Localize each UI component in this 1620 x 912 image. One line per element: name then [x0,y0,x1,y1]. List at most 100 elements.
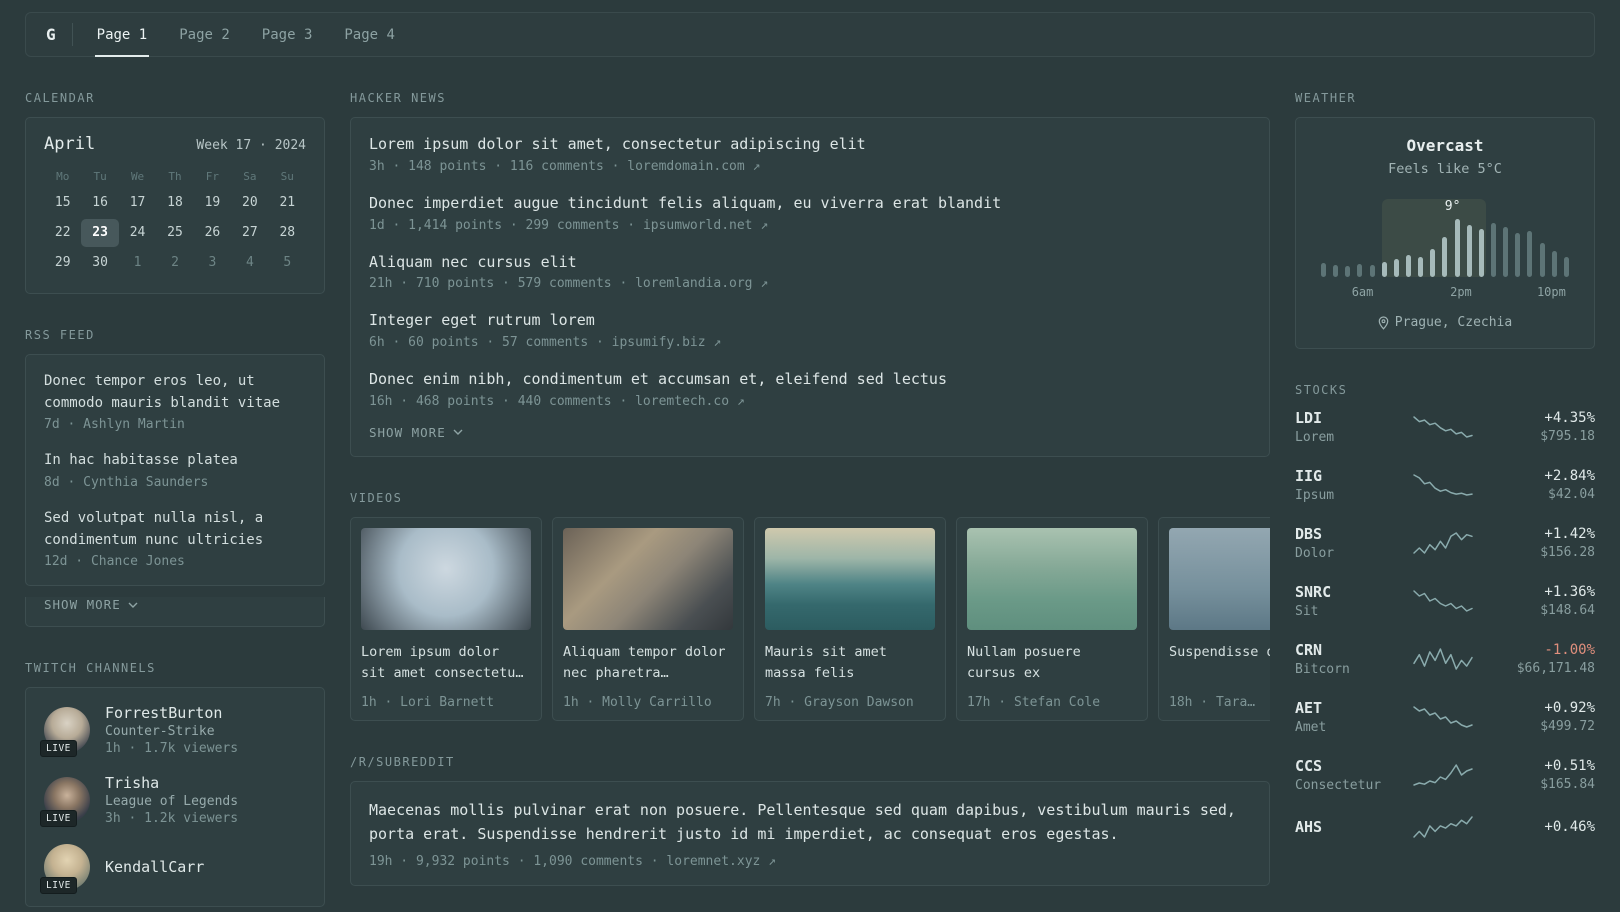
rss-item-meta: 7d · Ashlyn Martin [44,417,185,433]
hackernews-item-title[interactable]: Integer eget rutrum lorem [369,310,1251,332]
hackernews-item-domain-link[interactable]: ipsumworld.net ↗ [643,218,768,233]
weather-hour-bar [1563,257,1569,277]
stock-row[interactable]: CRN Bitcorn -1.00% $66,171.48 [1295,641,1595,677]
twitch-channel-row[interactable]: LIVE KendallCarr [40,844,306,895]
twitch-widget-title: TWITCH CHANNELS [25,661,156,676]
calendar-day: 2 [171,255,179,270]
weather-widget: WEATHER Overcast Feels like 5°C 9° 6am 2… [1295,91,1595,349]
rss-item: Donec tempor eros leo, ut commodo mauris… [44,371,306,432]
rss-item-title[interactable]: Sed volutpat nulla nisl, a condimentum n… [44,508,306,551]
app-logo[interactable]: G [40,13,72,56]
hackernews-item-domain-link[interactable]: loremlandia.org ↗ [635,276,768,291]
nav-tab[interactable]: Page 4 [328,13,411,56]
hackernews-item-title[interactable]: Aliquam nec cursus elit [369,252,1251,274]
video-thumbnail[interactable] [765,527,935,630]
channel-name[interactable]: ForrestBurton [105,704,238,722]
channel-info: KendallCarr [105,858,204,876]
stock-ticker[interactable]: IIG [1295,467,1387,485]
video-card[interactable]: Nullam posuere cursus ex 17h · Stefan Co… [956,516,1148,721]
rss-item: Sed volutpat nulla nisl, a condimentum n… [44,508,306,569]
channel-viewers: 3h · 1.2k viewers [105,811,239,827]
stock-ticker[interactable]: DBS [1295,525,1387,543]
hackernews-item-domain-link[interactable]: loremdomain.com ↗ [627,159,760,174]
stock-ticker[interactable]: AET [1295,699,1387,717]
weather-time-label: 6am [1351,285,1374,299]
video-title[interactable]: Suspendisse diam [1169,642,1270,686]
hackernews-item-title[interactable]: Donec imperdiet augue tincidunt felis al… [369,193,1251,215]
stock-row[interactable]: CCS Consectetur +0.51% $165.84 [1295,757,1595,793]
subreddit-post-domain-link[interactable]: loremnet.xyz ↗ [666,854,776,869]
rss-widget-title: RSS FEED [25,328,95,342]
nav-tab[interactable]: Page 1 [81,13,164,57]
weather-hour-bar [1527,231,1533,277]
videos-row: Lorem ipsum dolor sit amet consectetu… 1… [350,516,1270,721]
stock-row[interactable]: AET Amet +0.92% $499.72 [1295,699,1595,735]
video-title[interactable]: Mauris sit amet massa felis [765,642,935,686]
avatar: LIVE [40,777,90,828]
channel-name[interactable]: KendallCarr [105,858,204,876]
rss-item-title[interactable]: In hac habitasse platea [44,450,306,472]
hackernews-item-title[interactable]: Lorem ipsum dolor sit amet, consectetur … [369,134,1251,156]
hackernews-item-domain-link[interactable]: loremtech.co ↗ [635,394,745,409]
stock-ticker[interactable]: LDI [1295,409,1387,427]
stock-ticker[interactable]: CCS [1295,757,1387,775]
hackernews-item-title[interactable]: Donec enim nibh, condimentum et accumsan… [369,369,1251,391]
weather-peak-temp: 9° [1444,199,1461,214]
stock-id: SNRC Sit [1295,583,1387,619]
rss-item-title[interactable]: Donec tempor eros leo, ut commodo mauris… [44,371,306,414]
stock-values: +0.46% [1499,819,1595,835]
weather-time-label: 2pm [1450,285,1472,299]
stock-row[interactable]: LDI Lorem +4.35% $795.18 [1295,409,1595,445]
stock-row[interactable]: SNRC Sit +1.36% $148.64 [1295,583,1595,619]
stock-row[interactable]: DBS Dolor +1.42% $156.28 [1295,525,1595,561]
stocks-widget-title: STOCKS [1295,383,1348,397]
stock-ticker[interactable]: AHS [1295,818,1387,836]
stock-row[interactable]: IIG Ipsum +2.84% $42.04 [1295,467,1595,503]
video-thumbnail[interactable] [1169,527,1270,630]
video-thumbnail[interactable] [563,527,733,630]
twitch-channel-row[interactable]: LIVE ForrestBurton Counter-Strike 1h · 1… [40,704,306,758]
stocks-list: LDI Lorem +4.35% $795.18 IIG Ipsum +2.84… [1295,409,1595,839]
video-thumbnail[interactable] [967,527,1137,630]
stock-price: $42.04 [1548,487,1595,502]
hackernews-item: Donec enim nibh, condimentum et accumsan… [369,369,1251,409]
video-meta: 1h · Lori Barnett [361,694,495,710]
weather-hour-bar [1393,259,1399,277]
chevron-down-icon [128,602,138,608]
stock-values: +0.51% $165.84 [1499,758,1595,792]
video-card[interactable]: Aliquam tempor dolor nec pharetra… 1h · … [552,516,744,721]
stock-name: Sit [1295,604,1319,619]
stock-row[interactable]: AHS +0.46% [1295,815,1595,839]
stock-ticker[interactable]: SNRC [1295,583,1387,601]
weather-time-axis: 6am 2pm 10pm [1312,285,1578,301]
channel-viewers: 1h · 1.7k viewers [105,741,239,757]
video-card[interactable]: Lorem ipsum dolor sit amet consectetu… 1… [350,516,542,721]
live-badge: LIVE [40,740,77,758]
twitch-channel-row[interactable]: LIVE Trisha League of Legends 3h · 1.2k … [40,774,306,828]
calendar-day: 3 [208,255,217,270]
stock-ticker[interactable]: CRN [1295,641,1387,659]
video-title[interactable]: Nullam posuere cursus ex [967,642,1137,686]
video-card[interactable]: Suspendisse diam 18h · Tara… [1158,516,1270,721]
subreddit-post-title[interactable]: Maecenas mollis pulvinar erat non posuer… [369,798,1251,846]
hackernews-show-more-button[interactable]: SHOW MORE [369,425,463,440]
weather-hour-bar [1381,262,1387,277]
video-title[interactable]: Lorem ipsum dolor sit amet consectetu… [361,642,531,686]
stock-price: $165.84 [1540,777,1595,792]
nav-tab[interactable]: Page 2 [163,13,246,56]
calendar-day: 26 [204,225,221,240]
nav-tab[interactable]: Page 3 [246,13,329,56]
video-meta: 18h · Tara… [1169,694,1256,710]
stock-sparkline [1387,763,1499,787]
subreddit-post-meta: 19h · 9,932 points · 1,090 comments · lo… [369,854,1251,869]
weather-hour-bar [1357,264,1363,277]
video-card[interactable]: Mauris sit amet massa felis 7h · Grayson… [754,516,946,721]
video-title[interactable]: Aliquam tempor dolor nec pharetra… [563,642,733,686]
video-thumbnail[interactable] [361,527,531,630]
avatar: LIVE [40,707,90,758]
channel-name[interactable]: Trisha [105,774,238,792]
hackernews-item-domain-link[interactable]: ipsumify.biz ↗ [612,335,722,350]
hackernews-list: Lorem ipsum dolor sit amet, consectetur … [369,134,1251,409]
weather-hour-bar [1442,237,1448,277]
rss-show-more-button[interactable]: SHOW MORE [44,597,138,612]
